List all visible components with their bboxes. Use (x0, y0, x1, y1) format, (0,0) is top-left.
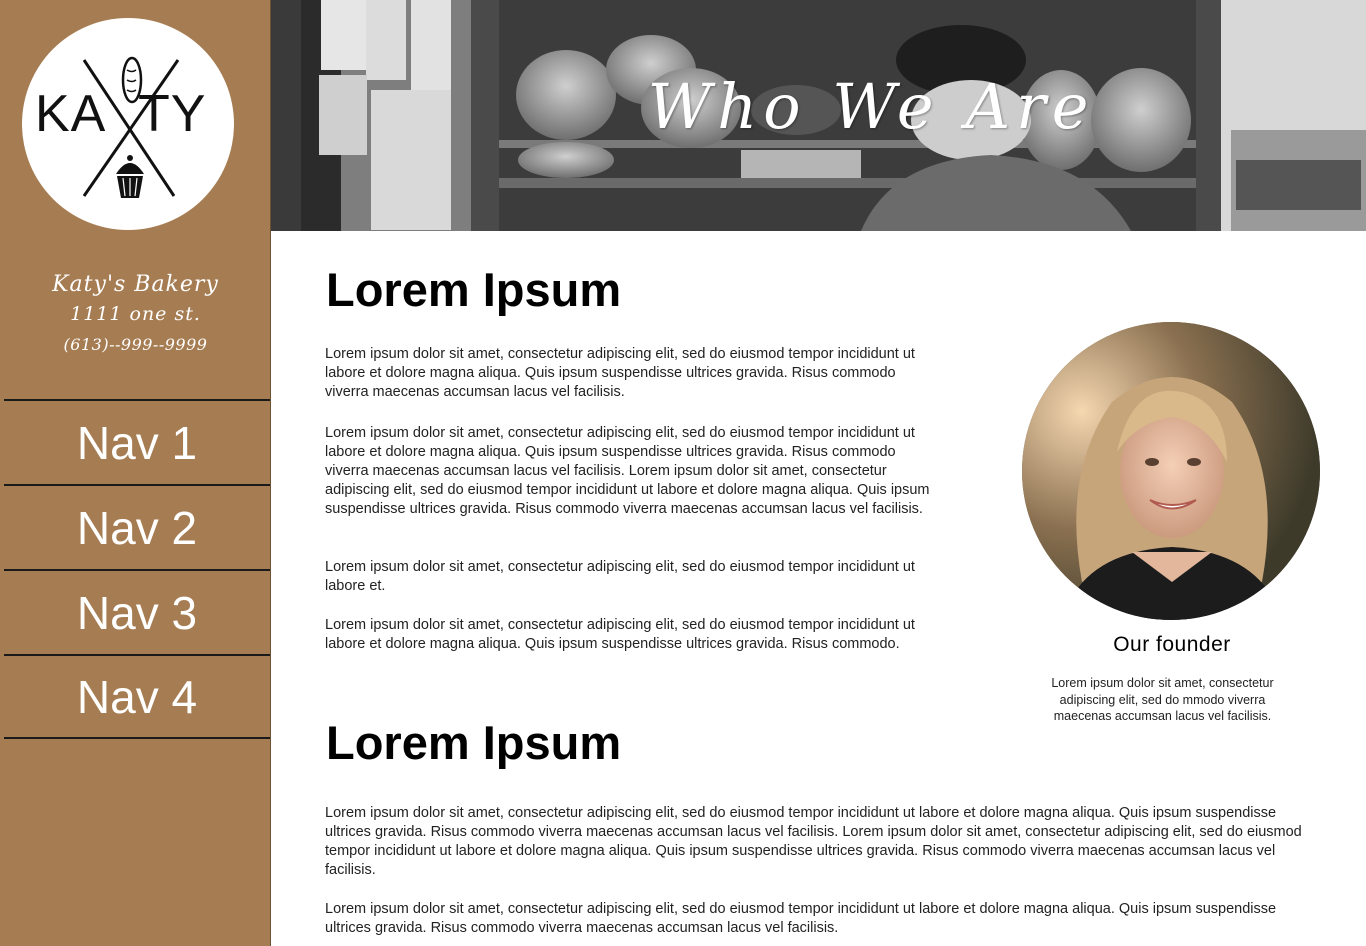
bakery-name: Katy's Bakery (52, 272, 219, 297)
bakery-phone: (613)--999--9999 (63, 335, 208, 354)
paragraph-3: Lorem ipsum dolor sit amet, consectetur … (325, 559, 915, 594)
nav-item-2[interactable]: Nav 2 (4, 484, 270, 569)
founder-photo (1022, 322, 1320, 620)
nav-item-4[interactable]: Nav 4 (4, 654, 270, 739)
page: KA TY Katy's Bakery 1111 one st. (613)--… (0, 0, 1366, 946)
founder-portrait-image (1022, 322, 1320, 620)
nav-item-1[interactable]: Nav 1 (4, 399, 270, 484)
founder-caption: Our founder (1113, 633, 1231, 656)
section-heading-2: Lorem Ipsum (326, 716, 622, 769)
section-heading-1: Lorem Ipsum (326, 263, 622, 316)
bakery-logo[interactable]: KA TY (22, 18, 234, 230)
paragraph-1: Lorem ipsum dolor sit amet, consectetur … (325, 346, 915, 400)
founder-description: Lorem ipsum dolor sit amet, consectetur … (1051, 676, 1274, 723)
paragraph-4: Lorem ipsum dolor sit amet, consectetur … (325, 617, 915, 652)
bakery-address: 1111 one st. (70, 303, 201, 325)
logo-text-right: TY (138, 85, 207, 143)
hero-title: Who We Are (647, 70, 1095, 143)
paragraph-6: Lorem ipsum dolor sit amet, consectetur … (325, 901, 1277, 936)
hero-banner: Who We Are (271, 0, 1366, 231)
cupcake-icon (116, 155, 144, 198)
nav-item-3[interactable]: Nav 3 (4, 569, 270, 654)
sidebar: KA TY Katy's Bakery 1111 one st. (613)--… (0, 0, 271, 946)
bakery-info: Katy's Bakery 1111 one st. (613)--999--9… (0, 270, 271, 362)
sidebar-nav: Nav 1 Nav 2 Nav 3 Nav 4 (4, 399, 270, 739)
logo-text-left: KA (35, 85, 107, 143)
paragraph-2: Lorem ipsum dolor sit amet, consectetur … (325, 425, 930, 517)
paragraph-5: Lorem ipsum dolor sit amet, consectetur … (325, 805, 1302, 878)
